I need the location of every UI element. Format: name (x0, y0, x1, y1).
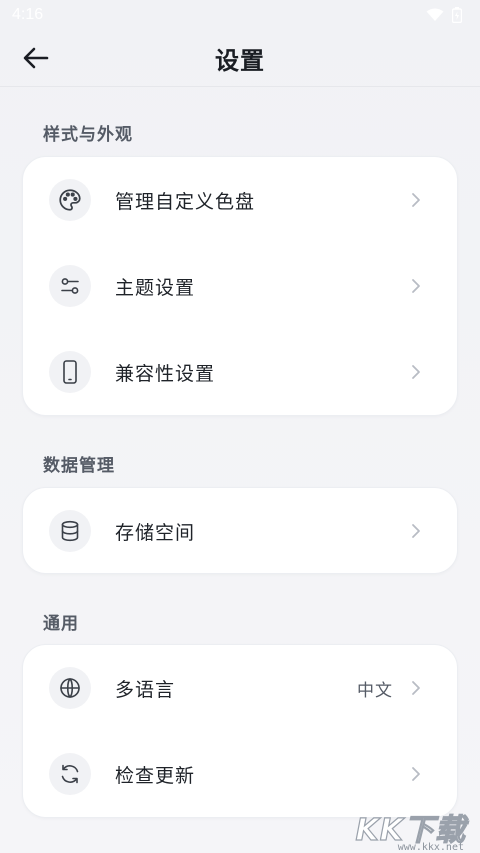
sliders-icon (49, 265, 91, 307)
arrow-left-icon (23, 47, 49, 69)
section-title-appearance: 样式与外观 (43, 125, 133, 145)
settings-item-language[interactable]: 多语言 中文 (23, 645, 457, 731)
settings-item-label: 管理自定义色盘 (115, 190, 256, 213)
battery-icon (452, 7, 462, 23)
globe-icon (49, 667, 91, 709)
status-bar: 4:16 (0, 0, 480, 30)
chevron-right-icon (409, 678, 423, 698)
settings-item-label: 多语言 (115, 678, 176, 701)
settings-item-palette[interactable]: 管理自定义色盘 (23, 157, 457, 243)
language-value: 中文 (357, 680, 393, 701)
card-general: 多语言 中文 检查更新 (22, 644, 458, 818)
settings-item-theme[interactable]: 主题设置 (23, 243, 457, 329)
refresh-icon (49, 753, 91, 795)
watermark-url: www.kkx.net (397, 842, 464, 853)
settings-item-compatibility[interactable]: 兼容性设置 (23, 329, 457, 415)
watermark: KK下载 www.kkx.net (354, 803, 474, 853)
back-button[interactable] (18, 42, 54, 74)
phone-icon (49, 351, 91, 393)
settings-item-label: 兼容性设置 (115, 362, 216, 385)
app-header: 设置 (0, 30, 480, 86)
chevron-right-icon (409, 764, 423, 784)
database-icon (49, 510, 91, 552)
settings-item-label: 检查更新 (115, 764, 196, 787)
settings-item-label: 存储空间 (115, 521, 196, 544)
card-appearance: 管理自定义色盘 主题设置 兼容性设置 (22, 156, 458, 416)
settings-item-storage[interactable]: 存储空间 (23, 488, 457, 574)
header-divider (0, 86, 480, 87)
card-data: 存储空间 (22, 487, 458, 574)
chevron-right-icon (409, 362, 423, 382)
section-title-data: 数据管理 (43, 456, 115, 476)
settings-item-label: 主题设置 (115, 276, 196, 299)
chevron-right-icon (409, 276, 423, 296)
page-title: 设置 (215, 46, 265, 75)
status-icons (426, 7, 462, 23)
section-title-general: 通用 (43, 614, 79, 634)
palette-icon (49, 179, 91, 221)
wifi-icon (426, 8, 444, 21)
chevron-right-icon (409, 190, 423, 210)
status-time: 4:16 (12, 6, 44, 23)
chevron-right-icon (409, 521, 423, 541)
